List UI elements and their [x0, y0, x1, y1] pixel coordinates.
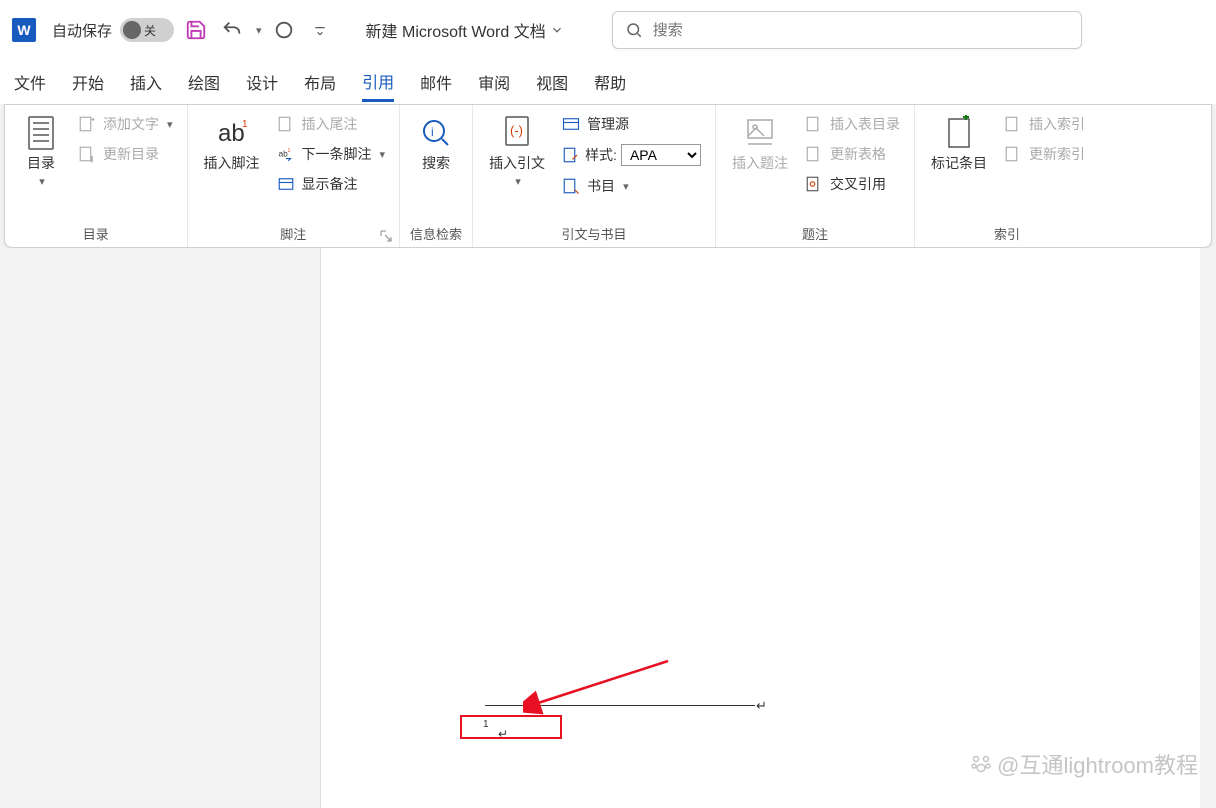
- update-table-button[interactable]: 更新表格: [798, 141, 906, 167]
- autosave-toggle[interactable]: 关: [120, 18, 174, 42]
- insert-caption-button[interactable]: 插入题注: [724, 109, 796, 222]
- watermark: @互通lightroom教程: [969, 748, 1198, 780]
- word-app-icon: W: [12, 18, 36, 42]
- group-captions: 插入题注 插入表目录 更新表格 交叉引用 题注: [716, 105, 915, 247]
- autosave-label: 自动保存: [52, 20, 112, 41]
- ribbon: 目录 ▾ 添加文字▾ ! 更新目录 目录 ab1 插入: [4, 104, 1212, 248]
- tab-layout[interactable]: 布局: [304, 64, 336, 100]
- tab-mailings[interactable]: 邮件: [420, 64, 452, 100]
- update-table-icon: [804, 144, 824, 164]
- insert-endnote-button[interactable]: 插入尾注: [270, 111, 392, 137]
- insert-index-button[interactable]: 插入索引: [997, 111, 1091, 137]
- search-input[interactable]: [653, 22, 1069, 39]
- svg-text:!: !: [91, 155, 93, 164]
- add-text-icon: [77, 114, 97, 134]
- svg-text:i: i: [431, 125, 434, 139]
- autosave-state: 关: [144, 22, 156, 39]
- update-toc-button[interactable]: ! 更新目录: [71, 141, 179, 167]
- citation-icon: (-): [499, 113, 535, 153]
- update-index-button[interactable]: 更新索引: [997, 141, 1091, 167]
- annotation-highlight-box: [460, 715, 562, 739]
- svg-text:(-): (-): [510, 123, 523, 138]
- show-notes-button[interactable]: 显示备注: [270, 171, 392, 197]
- tab-file[interactable]: 文件: [14, 64, 46, 100]
- group-research: i 搜索 信息检索: [400, 105, 473, 247]
- qat-customize[interactable]: [306, 16, 334, 44]
- next-footnote-icon: ab1: [276, 144, 296, 164]
- redo-button[interactable]: [270, 16, 298, 44]
- insert-index-icon: [1003, 114, 1023, 134]
- svg-text:1: 1: [287, 148, 290, 154]
- ribbon-tabs: 文件 开始 插入 绘图 设计 布局 引用 邮件 审阅 视图 帮助: [0, 60, 1216, 104]
- paw-icon: [969, 752, 993, 776]
- tab-help[interactable]: 帮助: [594, 64, 626, 100]
- dialog-launcher-icon[interactable]: [379, 229, 393, 243]
- tab-view[interactable]: 视图: [536, 64, 568, 100]
- show-notes-icon: [276, 174, 296, 194]
- update-icon: !: [77, 144, 97, 164]
- tab-insert[interactable]: 插入: [130, 64, 162, 100]
- citation-style-row: 样式: APA: [555, 141, 707, 169]
- undo-button[interactable]: [218, 16, 246, 44]
- group-footnotes: ab1 插入脚注 插入尾注 ab1 下一条脚注▾ 显示备注 脚注: [188, 105, 401, 247]
- document-area: ↵ 1 ↵ @互通lightroom教程: [0, 248, 1216, 800]
- toc-button[interactable]: 目录 ▾: [13, 109, 69, 222]
- document-title[interactable]: 新建 Microsoft Word 文档: [366, 18, 564, 42]
- save-button[interactable]: [182, 16, 210, 44]
- tab-home[interactable]: 开始: [72, 64, 104, 100]
- title-bar: W 自动保存 关 ▾ 新建 Microsoft Word 文档: [0, 0, 1216, 60]
- mark-entry-button[interactable]: 标记条目: [923, 109, 995, 222]
- undo-dropdown-icon[interactable]: ▾: [256, 24, 262, 37]
- add-text-button[interactable]: 添加文字▾: [71, 111, 179, 137]
- style-icon: [561, 145, 581, 165]
- bibliography-icon: [561, 176, 581, 196]
- table-figures-icon: [804, 114, 824, 134]
- insert-footnote-button[interactable]: ab1 插入脚注: [196, 109, 268, 222]
- chevron-down-icon: ▾: [39, 175, 45, 188]
- caption-icon: [742, 113, 778, 153]
- mark-entry-icon: [941, 113, 977, 153]
- bibliography-button[interactable]: 书目▾: [555, 173, 707, 199]
- annotation-arrow: [523, 656, 673, 716]
- svg-text:1: 1: [242, 119, 248, 130]
- update-index-icon: [1003, 144, 1023, 164]
- footnote-number: 1: [483, 719, 489, 730]
- chevron-down-icon: [550, 23, 564, 37]
- manage-sources-icon: [561, 114, 581, 134]
- cross-reference-button[interactable]: 交叉引用: [798, 171, 906, 197]
- crossref-icon: [804, 174, 824, 194]
- tab-draw[interactable]: 绘图: [188, 64, 220, 100]
- svg-text:ab: ab: [278, 149, 288, 158]
- insert-table-figures-button[interactable]: 插入表目录: [798, 111, 906, 137]
- insert-citation-button[interactable]: (-) 插入引文 ▾: [481, 109, 553, 222]
- search-icon: [625, 21, 643, 39]
- tab-review[interactable]: 审阅: [478, 64, 510, 100]
- manage-sources-button[interactable]: 管理源: [555, 111, 707, 137]
- toc-icon: [23, 113, 59, 153]
- citation-style-select[interactable]: APA: [621, 144, 701, 166]
- group-toc: 目录 ▾ 添加文字▾ ! 更新目录 目录: [5, 105, 188, 247]
- next-footnote-button[interactable]: ab1 下一条脚注▾: [270, 141, 392, 167]
- group-index: 标记条目 插入索引 更新索引 索引: [915, 105, 1099, 247]
- footnote-icon: ab1: [214, 113, 250, 153]
- document-page[interactable]: [320, 248, 1200, 808]
- tab-design[interactable]: 设计: [246, 64, 278, 100]
- svg-text:ab: ab: [218, 120, 245, 147]
- tab-references[interactable]: 引用: [362, 63, 394, 102]
- search-button[interactable]: i 搜索: [408, 109, 464, 222]
- footnote-cursor-mark: ↵: [498, 727, 508, 741]
- search-info-icon: i: [418, 113, 454, 153]
- paragraph-mark: ↵: [756, 698, 767, 714]
- search-box[interactable]: [612, 11, 1082, 49]
- toggle-knob: [123, 21, 141, 39]
- chevron-down-icon: ▾: [515, 175, 521, 188]
- endnote-icon: [276, 114, 296, 134]
- group-citations: (-) 插入引文 ▾ 管理源 样式: APA: [473, 105, 716, 247]
